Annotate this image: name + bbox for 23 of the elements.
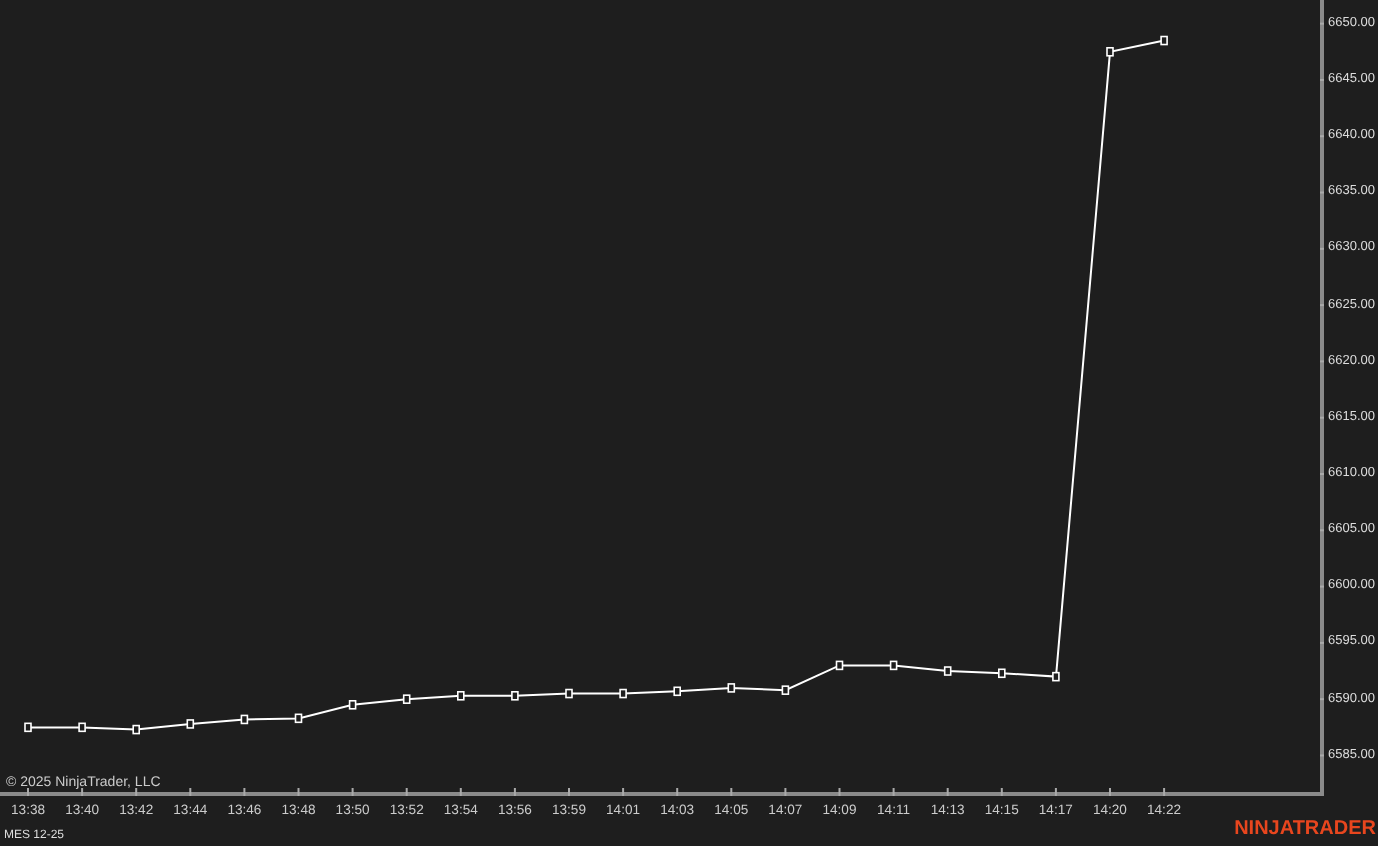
candle-point	[240, 714, 249, 725]
candle-point	[457, 691, 465, 701]
candle-point	[348, 700, 357, 710]
candle-point	[781, 685, 790, 695]
candle-point	[186, 719, 195, 729]
candle-point	[727, 683, 736, 693]
candle-point	[24, 722, 32, 733]
candle-point	[998, 668, 1006, 679]
candle-point	[294, 713, 303, 724]
candle-point	[889, 660, 898, 671]
candle-point	[1160, 35, 1168, 46]
candle-point	[402, 694, 411, 704]
candle-point	[835, 660, 844, 671]
candle-point	[619, 688, 627, 699]
candle-point	[1052, 671, 1060, 682]
candle-point	[943, 666, 952, 676]
candle-point	[78, 722, 86, 733]
candle-point	[511, 691, 519, 701]
candle-point	[565, 688, 573, 699]
brand-logo: NINJATRADER	[1234, 818, 1376, 840]
candle-point	[1106, 47, 1114, 57]
candle-point	[132, 724, 140, 735]
candle-point	[673, 686, 681, 697]
